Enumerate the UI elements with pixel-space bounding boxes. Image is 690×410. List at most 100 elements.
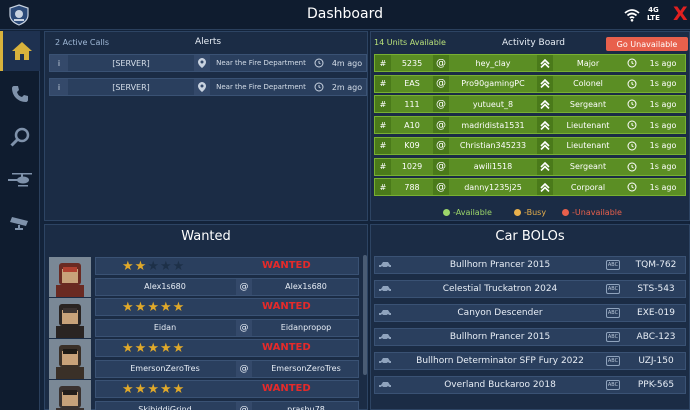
sidebar-item-search[interactable] — [0, 117, 40, 157]
unit-row[interactable]: # EAS @ Pro90gamingPC Colonel 1s ago — [374, 74, 686, 93]
unit-username: Christian345233 — [459, 141, 527, 151]
wifi-icon — [624, 9, 640, 22]
rank-chevron-icon — [537, 117, 553, 134]
search-icon — [10, 127, 30, 147]
unit-callsign: 5235 — [401, 58, 423, 68]
star-icon: ★ — [159, 300, 173, 315]
alert-row[interactable]: i [SERVER] Near the Fire Department 4m a… — [49, 54, 367, 72]
wanted-identity: EmersonZeroTres @ EmersonZeroTres — [95, 360, 359, 378]
star-icon: ★ — [147, 259, 160, 274]
page-title: Dashboard — [307, 6, 383, 22]
bolo-plate: UZJ-150 — [638, 356, 674, 366]
bolo-row[interactable]: Canyon Descender ABC EXE-019 — [374, 304, 686, 322]
bolo-vehicle-model: Canyon Descender — [457, 308, 543, 318]
alert-row[interactable]: i [SERVER] Near the Fire Department 2m a… — [49, 78, 367, 96]
at-icon: @ — [433, 75, 449, 92]
unavailable-dot — [562, 209, 569, 216]
sidebar-item-helicopter[interactable] — [0, 160, 40, 200]
rank-chevron-icon — [537, 96, 553, 113]
available-dot — [443, 209, 450, 216]
unit-row[interactable]: #1029 @ awili1518 Sergeant 1s ago — [374, 157, 686, 176]
star-icon: ★ — [172, 300, 186, 315]
legend-available-label: -Available — [453, 208, 492, 217]
star-icon: ★ — [134, 382, 148, 397]
phone-icon — [12, 86, 28, 102]
wanted-panel: Wanted ★★★★★ WANTED Alex1s680 @ Alex1s680 ★★★… — [44, 224, 368, 410]
alert-location: Near the Fire Department — [216, 59, 306, 67]
security-camera-icon — [10, 217, 28, 230]
bolo-plate: ABC-123 — [636, 332, 676, 342]
bolo-row[interactable]: Bullhorn Prancer 2015 ABC ABC-123 — [374, 328, 686, 346]
unit-rank: Major — [576, 58, 600, 68]
license-plate-icon: ABC — [606, 356, 620, 366]
unit-callsign: EAS — [404, 79, 420, 89]
wanted-username: prashu78 — [287, 405, 325, 410]
info-icon: i — [50, 55, 68, 71]
bolo-plate: TQM-762 — [635, 260, 677, 270]
clock-icon — [623, 55, 641, 71]
avatar — [49, 380, 91, 410]
star-icon: ★ — [147, 300, 160, 315]
wanted-username: Alex1s680 — [285, 282, 327, 291]
rank-chevron-icon — [537, 55, 553, 71]
unit-row[interactable]: #5235 @ hey_clay Major 1s ago — [374, 54, 686, 72]
avatar — [49, 298, 91, 338]
license-plate-icon: ABC — [606, 308, 620, 318]
home-icon — [11, 42, 32, 60]
car-icon — [375, 353, 395, 369]
alerts-panel: 2 Active Calls Alerts i [SERVER] Near th… — [44, 31, 368, 221]
wanted-identity: Eidan @ Eidanpropop — [95, 319, 359, 337]
sidebar-item-camera[interactable] — [0, 203, 40, 243]
star-rating: ★★★★★ — [122, 300, 185, 315]
wanted-status: WANTED — [262, 301, 311, 312]
star-rating: ★★★★★ — [122, 259, 185, 274]
clock-icon — [312, 55, 326, 71]
location-pin-icon — [194, 55, 210, 71]
sidebar-item-home[interactable] — [0, 31, 40, 71]
wanted-card[interactable]: ★★★★★ WANTED EmersonZeroTres @ EmersonZeroTr… — [49, 339, 361, 379]
star-icon: ★ — [159, 341, 173, 356]
bolo-row[interactable]: Bullhorn Determinator SFP Fury 2022 ABC UZ… — [374, 352, 686, 370]
car-icon — [375, 305, 395, 321]
go-unavailable-button[interactable]: Go Unavailable — [606, 37, 688, 51]
wanted-card[interactable]: ★★★★★ WANTED SkibiddiGrind @ prashu78 — [49, 380, 361, 410]
sidebar-item-calls[interactable] — [0, 74, 40, 114]
bolo-row[interactable]: Overland Buckaroo 2018 ABC PPK-565 — [374, 376, 686, 394]
wanted-card[interactable]: ★★★★★ WANTED Alex1s680 @ Alex1s680 — [49, 257, 361, 297]
wanted-card[interactable]: ★★★★★ WANTED Eidan @ Eidanpropop — [49, 298, 361, 338]
unit-rank: Lieutenant — [566, 120, 610, 130]
unit-row[interactable]: # A10 @ madridista1531 Lieutenant 1s ago — [374, 116, 686, 135]
dashboard-app: Dashboard 4G LTE X 2 Active Calls Alerts… — [0, 0, 690, 410]
alert-time: 4m ago — [331, 58, 363, 68]
wanted-identity: SkibiddiGrind @ prashu78 — [95, 401, 359, 410]
bolo-row[interactable]: Celestial Truckatron 2024 ABC STS-543 — [374, 280, 686, 298]
bolo-row[interactable]: Bullhorn Prancer 2015 ABC TQM-762 — [374, 256, 686, 274]
wanted-scrollbar[interactable] — [363, 255, 367, 375]
unit-rank: Corporal — [570, 182, 606, 192]
clock-icon — [623, 76, 641, 92]
at-icon: @ — [236, 402, 252, 410]
unit-row[interactable]: #111 @ yutueut_8 Sergeant 1s ago — [374, 95, 686, 114]
unit-time: 1s ago — [649, 58, 677, 68]
rank-chevron-icon — [537, 158, 553, 175]
at-icon: @ — [236, 279, 252, 295]
unit-callsign: 111 — [404, 99, 420, 109]
star-icon: ★ — [134, 341, 148, 356]
star-icon: ★ — [172, 259, 186, 274]
unit-username: Pro90gamingPC — [461, 79, 525, 89]
star-icon: ★ — [122, 259, 135, 274]
unit-callsign: K09 — [404, 141, 420, 151]
unit-row[interactable]: #788 @ danny1235j25 Corporal 1s ago — [374, 178, 686, 197]
car-bolos-title: Car BOLOs — [495, 229, 565, 244]
unit-username: madridista1531 — [461, 120, 525, 130]
unit-callsign: 1029 — [401, 162, 423, 171]
star-icon: ★ — [147, 382, 160, 397]
bolo-vehicle-model: Overland Buckaroo 2018 — [444, 380, 556, 390]
unit-time: 1s ago — [649, 141, 677, 151]
star-icon: ★ — [134, 300, 148, 315]
legend-available: -Available — [443, 208, 492, 217]
close-button[interactable]: X — [673, 3, 688, 25]
sidebar — [0, 31, 40, 410]
wanted-level: ★★★★★ WANTED — [95, 298, 359, 316]
unit-row[interactable]: # K09 @ Christian345233 Lieutenant 1s ago — [374, 136, 686, 155]
